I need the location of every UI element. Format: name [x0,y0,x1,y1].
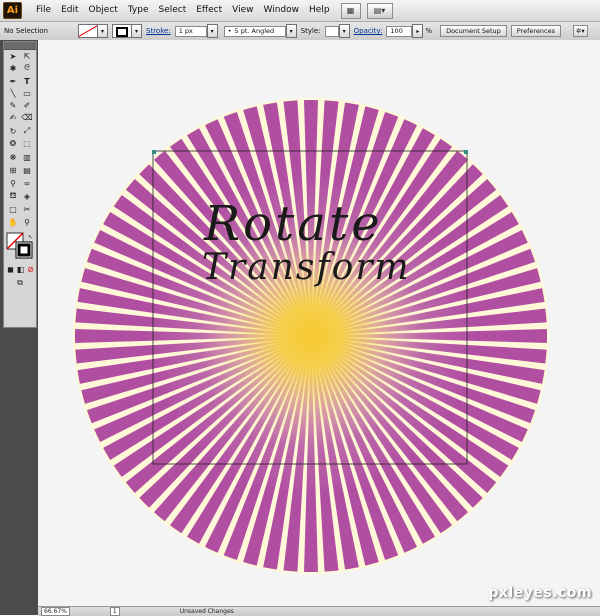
opacity-unit: % [425,27,433,35]
bridge-icon[interactable]: ▦ [340,2,361,19]
stroke-weight-field[interactable]: 1 px [174,25,207,37]
pen-tool-icon[interactable]: ✒ [7,76,19,86]
fill-stroke-icon[interactable]: ↖ [6,232,36,260]
sunburst-artwork[interactable]: Rotate Transform [38,40,600,606]
svg-text:↖: ↖ [28,234,33,241]
menu-type[interactable]: Type [123,0,154,21]
document-status: Unsaved Changes [179,608,234,615]
menu-bar: Ai File Edit Object Type Select Effect V… [0,0,600,22]
menu-effect[interactable]: Effect [191,0,227,21]
menu-object[interactable]: Object [84,0,123,21]
watermark: pxleyes.com [488,585,592,601]
chevron-down-icon[interactable]: ▾ [285,24,297,38]
tools-panel-body: ➤ ⇱ ✱ ᘓ ✒ T ╲ ▭ ✎ ✐ ✍ ⌫ ↻ ⤢ ❂ ⬚ ❋ ▥ ⊞ ▤ … [3,41,37,328]
gradient-tool-icon[interactable]: ▤ [21,165,33,175]
rectangle-tool-icon[interactable]: ▭ [21,88,33,98]
stroke-label[interactable]: Stroke: [146,27,171,35]
none-mode-icon[interactable]: ⊘ [26,264,35,274]
rotate-tool-icon[interactable]: ↻ [7,126,19,136]
free-transform-tool-icon[interactable]: ⬚ [21,138,33,148]
menu-window[interactable]: Window [259,0,305,21]
live-paint-bucket-tool-icon[interactable]: ⛾ [7,191,19,201]
control-panel-menu-icon[interactable]: ✲▾ [572,25,588,37]
fill-color-swatch[interactable] [78,24,99,38]
eraser-tool-icon[interactable]: ⌫ [21,112,33,122]
direct-selection-tool-icon[interactable]: ⇱ [21,51,33,61]
type-tool-icon[interactable]: T [21,76,33,86]
menu-help[interactable]: Help [304,0,335,21]
pencil-tool-icon[interactable]: ✐ [21,100,33,110]
brush-definition-field[interactable]: • 5 pt. Angled [223,25,286,37]
lasso-tool-icon[interactable]: ᘓ [21,63,33,73]
selection-handle-top-left[interactable] [152,150,156,154]
column-graph-tool-icon[interactable]: ▥ [21,152,33,162]
eyedropper-tool-icon[interactable]: ⚲ [7,178,19,188]
chevron-down-icon[interactable]: ▾ [98,24,109,38]
line-tool-icon[interactable]: ╲ [7,88,19,98]
magic-wand-tool-icon[interactable]: ✱ [7,63,19,73]
chevron-down-icon[interactable]: ▾ [132,24,143,38]
selection-status: No Selection [4,27,49,35]
symbol-sprayer-tool-icon[interactable]: ❋ [7,152,19,162]
stroke-color-swatch[interactable] [112,24,133,38]
opacity-label[interactable]: Opacity: [354,27,383,35]
preferences-button[interactable]: Preferences [510,25,561,37]
tools-panel: ➤ ⇱ ✱ ᘓ ✒ T ╲ ▭ ✎ ✐ ✍ ⌫ ↻ ⤢ ❂ ⬚ ❋ ▥ ⊞ ▤ … [0,40,38,615]
app-logo: Ai [3,2,22,19]
menu-select[interactable]: Select [153,0,191,21]
paintbrush-tool-icon[interactable]: ✎ [7,100,19,110]
gradient-mode-icon[interactable]: ◧ [16,264,25,274]
document-setup-button[interactable]: Document Setup [440,25,507,37]
tools-panel-header[interactable] [4,42,36,50]
annotation-transform: Transform [202,247,411,288]
arrange-documents-icon[interactable]: ▤▾ [366,2,393,19]
zoom-tool-icon[interactable]: ⚲ [21,217,33,227]
style-field[interactable] [324,25,339,37]
blob-brush-tool-icon[interactable]: ✍ [7,112,19,122]
slice-tool-icon[interactable]: ✂ [21,204,33,214]
selection-tool-icon[interactable]: ➤ [7,51,19,61]
annotation-rotate: Rotate [203,196,383,252]
hand-tool-icon[interactable]: ✋ [7,217,19,227]
selection-handle-top-right[interactable] [464,150,468,154]
color-mode-icon[interactable]: ◼ [6,264,15,274]
mesh-tool-icon[interactable]: ⊞ [7,165,19,175]
scale-tool-icon[interactable]: ⤢ [21,126,33,136]
warp-tool-icon[interactable]: ❂ [7,138,19,148]
chevron-down-icon[interactable]: ▾ [338,24,350,38]
opacity-field[interactable]: 100 [386,25,413,37]
artboard-canvas[interactable]: Rotate Transform pxleyes.com [38,40,600,606]
chevron-down-icon[interactable]: ▾ [206,24,218,38]
screen-mode-icon[interactable]: ⧉ [14,278,26,288]
blend-tool-icon[interactable]: ∞ [21,178,33,188]
control-bar: No Selection ▾ ▾ Stroke: 1 px ▾ • 5 pt. A… [0,22,600,41]
chevron-right-icon[interactable]: ▸ [412,24,424,38]
menu-file[interactable]: File [31,0,56,21]
menu-view[interactable]: View [227,0,258,21]
menu-edit[interactable]: Edit [56,0,83,21]
live-paint-selection-tool-icon[interactable]: ◈ [21,191,33,201]
style-label: Style: [300,27,321,35]
artboard-tool-icon[interactable]: ▢ [7,204,19,214]
